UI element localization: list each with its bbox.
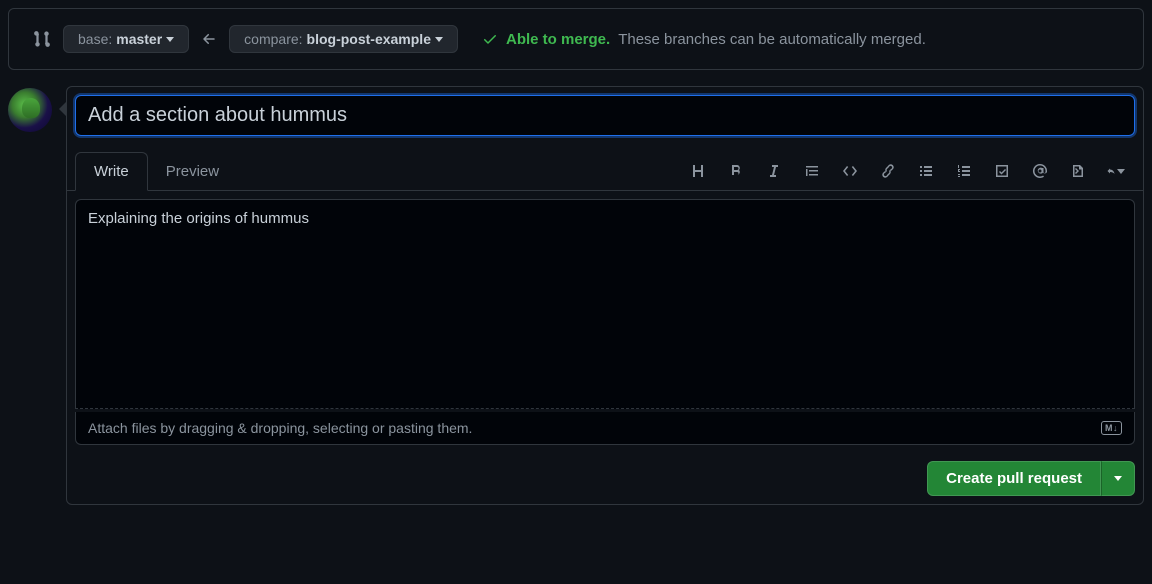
ol-icon[interactable] <box>955 162 973 180</box>
base-label: base: <box>78 31 112 47</box>
merge-detail-text: These branches can be automatically merg… <box>618 31 926 48</box>
caret-down-icon <box>166 37 174 42</box>
compare-branch-select[interactable]: compare: blog-post-example <box>229 25 458 53</box>
avatar <box>8 88 52 132</box>
tab-write[interactable]: Write <box>75 152 148 191</box>
code-icon[interactable] <box>841 162 859 180</box>
create-pr-dropdown[interactable] <box>1101 461 1135 496</box>
link-icon[interactable] <box>879 162 897 180</box>
compare-value: blog-post-example <box>307 31 431 47</box>
md-toolbar <box>689 162 1135 180</box>
editor-tabs: Write Preview <box>67 152 1143 191</box>
check-icon <box>482 31 498 47</box>
merge-able-text: Able to merge. <box>506 31 610 48</box>
base-branch-select[interactable]: base: master <box>63 25 189 53</box>
reply-icon[interactable] <box>1107 162 1125 180</box>
actions-row: Create pull request <box>67 453 1143 504</box>
italic-icon[interactable] <box>765 162 783 180</box>
caret-down-icon <box>1114 476 1122 481</box>
git-compare-icon <box>33 30 51 48</box>
tab-preview[interactable]: Preview <box>148 153 237 190</box>
tasklist-icon[interactable] <box>993 162 1011 180</box>
arrow-left-icon <box>201 31 217 47</box>
create-pr-button[interactable]: Create pull request <box>927 461 1101 496</box>
pr-title-input[interactable] <box>75 95 1135 136</box>
crossref-icon[interactable] <box>1069 162 1087 180</box>
bold-icon[interactable] <box>727 162 745 180</box>
compare-bar: base: master compare: blog-post-example … <box>8 8 1144 70</box>
base-value: master <box>116 31 162 47</box>
attach-hint-text: Attach files by dragging & dropping, sel… <box>88 420 472 436</box>
heading-icon[interactable] <box>689 162 707 180</box>
caret-down-icon <box>435 37 443 42</box>
merge-status: Able to merge. These branches can be aut… <box>482 31 926 48</box>
quote-icon[interactable] <box>803 162 821 180</box>
comment-box: Write Preview <box>66 86 1144 505</box>
markdown-icon[interactable]: M↓ <box>1101 421 1122 435</box>
mention-icon[interactable] <box>1031 162 1049 180</box>
ul-icon[interactable] <box>917 162 935 180</box>
attach-hint[interactable]: Attach files by dragging & dropping, sel… <box>75 412 1135 445</box>
compare-label: compare: <box>244 31 302 47</box>
pr-body-textarea[interactable] <box>75 199 1135 409</box>
